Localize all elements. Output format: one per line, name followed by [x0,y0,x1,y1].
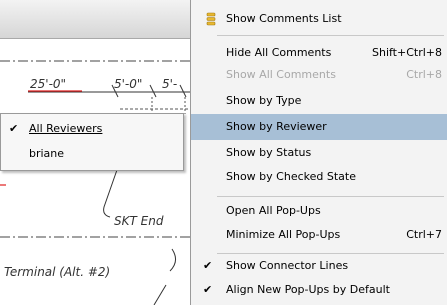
menu-separator [217,35,444,36]
menu-item-label: Minimize All Pop-Ups [226,228,341,241]
menu-item-label: Show Comments List [226,12,342,25]
dimension-label: 5'-0" [114,77,143,91]
dimension-label: 5'- [162,77,178,91]
menu-item-label: Show by Reviewer [226,120,327,133]
menu-item-shortcut: Ctrl+8 [406,68,442,81]
note-skt-end: SKT End [114,214,164,228]
menu-item-show-comments-list[interactable]: Show Comments List [191,6,447,32]
menu-item-label: Open All Pop-Ups [226,204,321,217]
submenu-item-briane[interactable]: briane [1,141,183,167]
comments-list-icon [206,12,216,26]
menu-item-show-by-checked-state[interactable]: Show by Checked State [191,164,447,190]
menu-item-show-by-status[interactable]: Show by Status [191,140,447,166]
menu-item-minimize-all-popups[interactable]: Minimize All Pop-Ups Ctrl+7 [191,222,447,248]
dimension-label: 25'-0" [30,77,67,91]
note-terminal: Terminal (Alt. #2) [4,265,111,279]
menu-separator [217,196,444,197]
menu-item-label: Show by Status [226,146,312,159]
menu-item-label: Align New Pop-Ups by Default [226,283,390,296]
comments-context-menu: Show Comments List Hide All Comments Shi… [190,0,447,305]
checkmark-icon: ✔ [203,283,213,296]
menu-item-show-by-reviewer[interactable]: Show by Reviewer [191,114,447,140]
menu-item-align-new-popups[interactable]: ✔ Align New Pop-Ups by Default [191,277,447,303]
menu-item-label: Show by Checked State [226,170,356,183]
menu-item-shortcut: Ctrl+7 [406,228,442,241]
toolbar [0,0,190,39]
menu-item-show-all-comments: Show All Comments Ctrl+8 [191,62,447,88]
drawing-canvas: 25'-0" 5'-0" 5'- SKT End Terminal (Alt. … [0,39,190,305]
menu-item-open-all-popups[interactable]: Open All Pop-Ups [191,198,447,224]
submenu-item-label: All Reviewers [29,122,103,135]
submenu-item-label: briane [29,147,65,160]
checkmark-icon: ✔ [203,259,213,272]
menu-item-show-by-type[interactable]: Show by Type [191,88,447,114]
checkmark-icon: ✔ [9,122,19,135]
reviewer-submenu: ✔ All Reviewers briane [0,113,184,171]
menu-item-label: Show by Type [226,94,302,107]
menu-item-show-connector-lines[interactable]: ✔ Show Connector Lines [191,253,447,279]
menu-item-label: Show Connector Lines [226,259,349,272]
menu-item-label: Show All Comments [226,68,336,81]
submenu-item-all-reviewers[interactable]: ✔ All Reviewers [1,116,183,142]
